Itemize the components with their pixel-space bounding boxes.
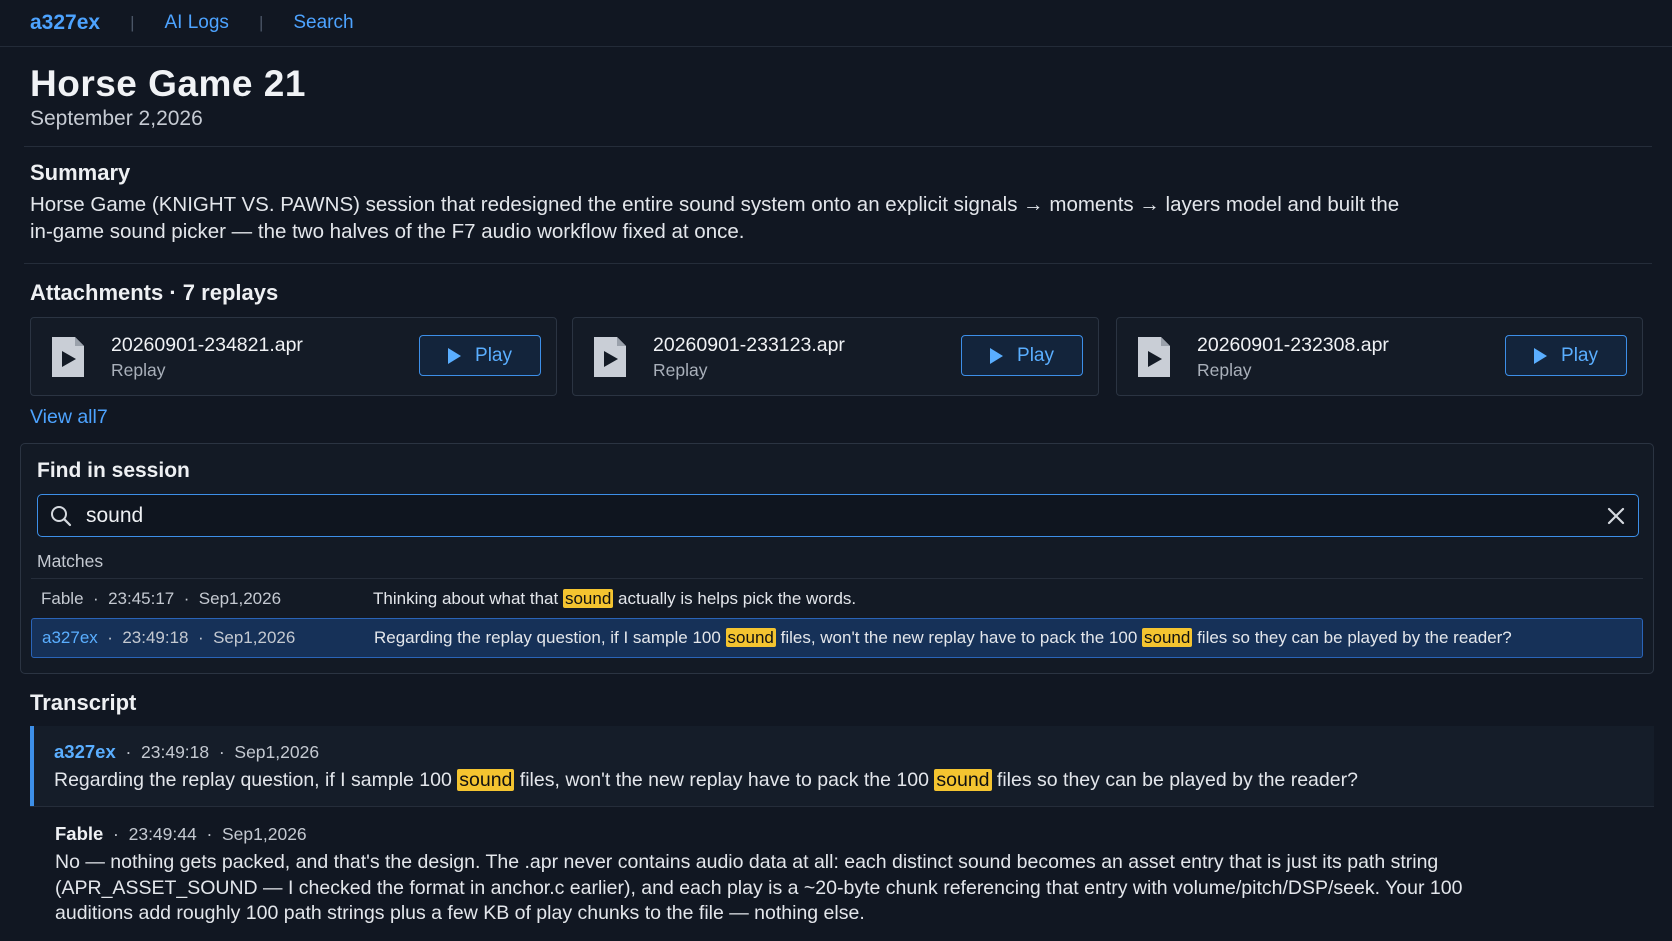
match-text: Thinking about what that sound actually … (373, 588, 857, 608)
search-box (37, 494, 1639, 537)
file-play-icon (1138, 337, 1170, 377)
play-button[interactable]: Play (419, 335, 541, 376)
transcript-heading: Transcript (30, 690, 137, 715)
entry-highlight: sound (457, 769, 515, 791)
file-play-icon (52, 337, 84, 377)
nav-link-search[interactable]: Search (293, 12, 353, 34)
play-label: Play (1561, 344, 1598, 366)
find-heading: Find in session (37, 459, 190, 482)
view-all-link[interactable]: View all7 (30, 406, 108, 429)
play-label: Play (475, 344, 512, 366)
close-icon[interactable] (1606, 506, 1626, 526)
summary-line: in-game sound picker — the two halves of… (30, 220, 745, 243)
nav-separator: | (130, 13, 135, 32)
play-button[interactable]: Play (1505, 335, 1627, 376)
attachment-type: Replay (1197, 360, 1252, 380)
divider (24, 263, 1652, 264)
play-label: Play (1017, 344, 1054, 366)
match-highlight: sound (725, 628, 776, 647)
entry-text: Regarding the replay question, if I samp… (54, 769, 1358, 791)
entry-line: No — nothing gets packed, and that's the… (55, 851, 1439, 873)
play-icon (990, 347, 1004, 364)
match-author: a327ex (42, 628, 98, 647)
match-meta: Fable · 23:45:17 · Sep1,2026 (41, 588, 282, 608)
entry-meta: a327ex · 23:49:18 · Sep1,2026 (54, 741, 320, 762)
entry-line: (APR_ASSET_SOUND — I checked the format … (55, 876, 1463, 899)
summary-line: Horse Game (KNIGHT VS. PAWNS) session th… (30, 193, 1400, 216)
entry-line: auditions add roughly 100 path strings p… (55, 902, 865, 924)
file-play-icon (594, 337, 626, 377)
entry-highlight: sound (934, 769, 992, 791)
entry-text: No — nothing gets packed, and that's the… (55, 850, 1645, 927)
search-input[interactable] (86, 500, 1566, 531)
attachment-card: 20260901-232308.apr Replay Play (1116, 317, 1643, 396)
divider (24, 146, 1652, 147)
matches-label: Matches (37, 551, 104, 571)
match-row-selected[interactable]: a327ex · 23:49:18 · Sep1,2026 Regarding … (31, 618, 1643, 658)
top-nav: a327ex | AI Logs | Search (0, 0, 1672, 47)
entry-meta: Fable · 23:49:44 · Sep1,2026 (55, 823, 307, 844)
play-icon (1534, 347, 1548, 364)
transcript-entry-highlighted: a327ex · 23:49:18 · Sep1,2026 Regarding … (30, 726, 1654, 806)
summary-heading: Summary (30, 160, 131, 185)
attachment-name[interactable]: 20260901-234821.apr (111, 334, 303, 357)
match-highlight: sound (562, 588, 614, 608)
attachment-type: Replay (111, 360, 166, 380)
nav-separator: | (258, 13, 264, 32)
play-button[interactable]: Play (961, 335, 1083, 376)
attachment-name[interactable]: 20260901-233123.apr (653, 334, 845, 357)
match-highlight: sound (1142, 628, 1193, 647)
entry-author[interactable]: Fable (55, 823, 103, 844)
attachment-type: Replay (653, 360, 708, 380)
nav-link-ai-logs[interactable]: AI Logs (165, 12, 229, 34)
page-title: Horse Game 21 (30, 63, 306, 104)
match-text: Regarding the replay question, if I samp… (374, 628, 1512, 647)
entry-author[interactable]: a327ex (54, 741, 116, 762)
match-row[interactable]: Fable · 23:45:17 · Sep1,2026 Thinking ab… (31, 578, 1643, 618)
page-date: September 2,2026 (30, 107, 203, 130)
attachment-card: 20260901-234821.apr Replay Play (30, 317, 557, 396)
attachments-heading: Attachments · 7 replays (30, 280, 279, 305)
attachment-card: 20260901-233123.apr Replay Play (572, 317, 1099, 396)
brand-link[interactable]: a327ex (30, 11, 100, 35)
find-panel: Find in session Matches Fable · 23:45:17… (20, 443, 1654, 674)
match-meta: a327ex · 23:49:18 · Sep1,2026 (42, 628, 296, 647)
search-icon (51, 506, 72, 527)
summary-text: Horse Game (KNIGHT VS. PAWNS) session th… (30, 191, 1590, 245)
divider (30, 806, 1654, 807)
attachment-name[interactable]: 20260901-232308.apr (1197, 334, 1389, 357)
play-icon (448, 347, 462, 364)
